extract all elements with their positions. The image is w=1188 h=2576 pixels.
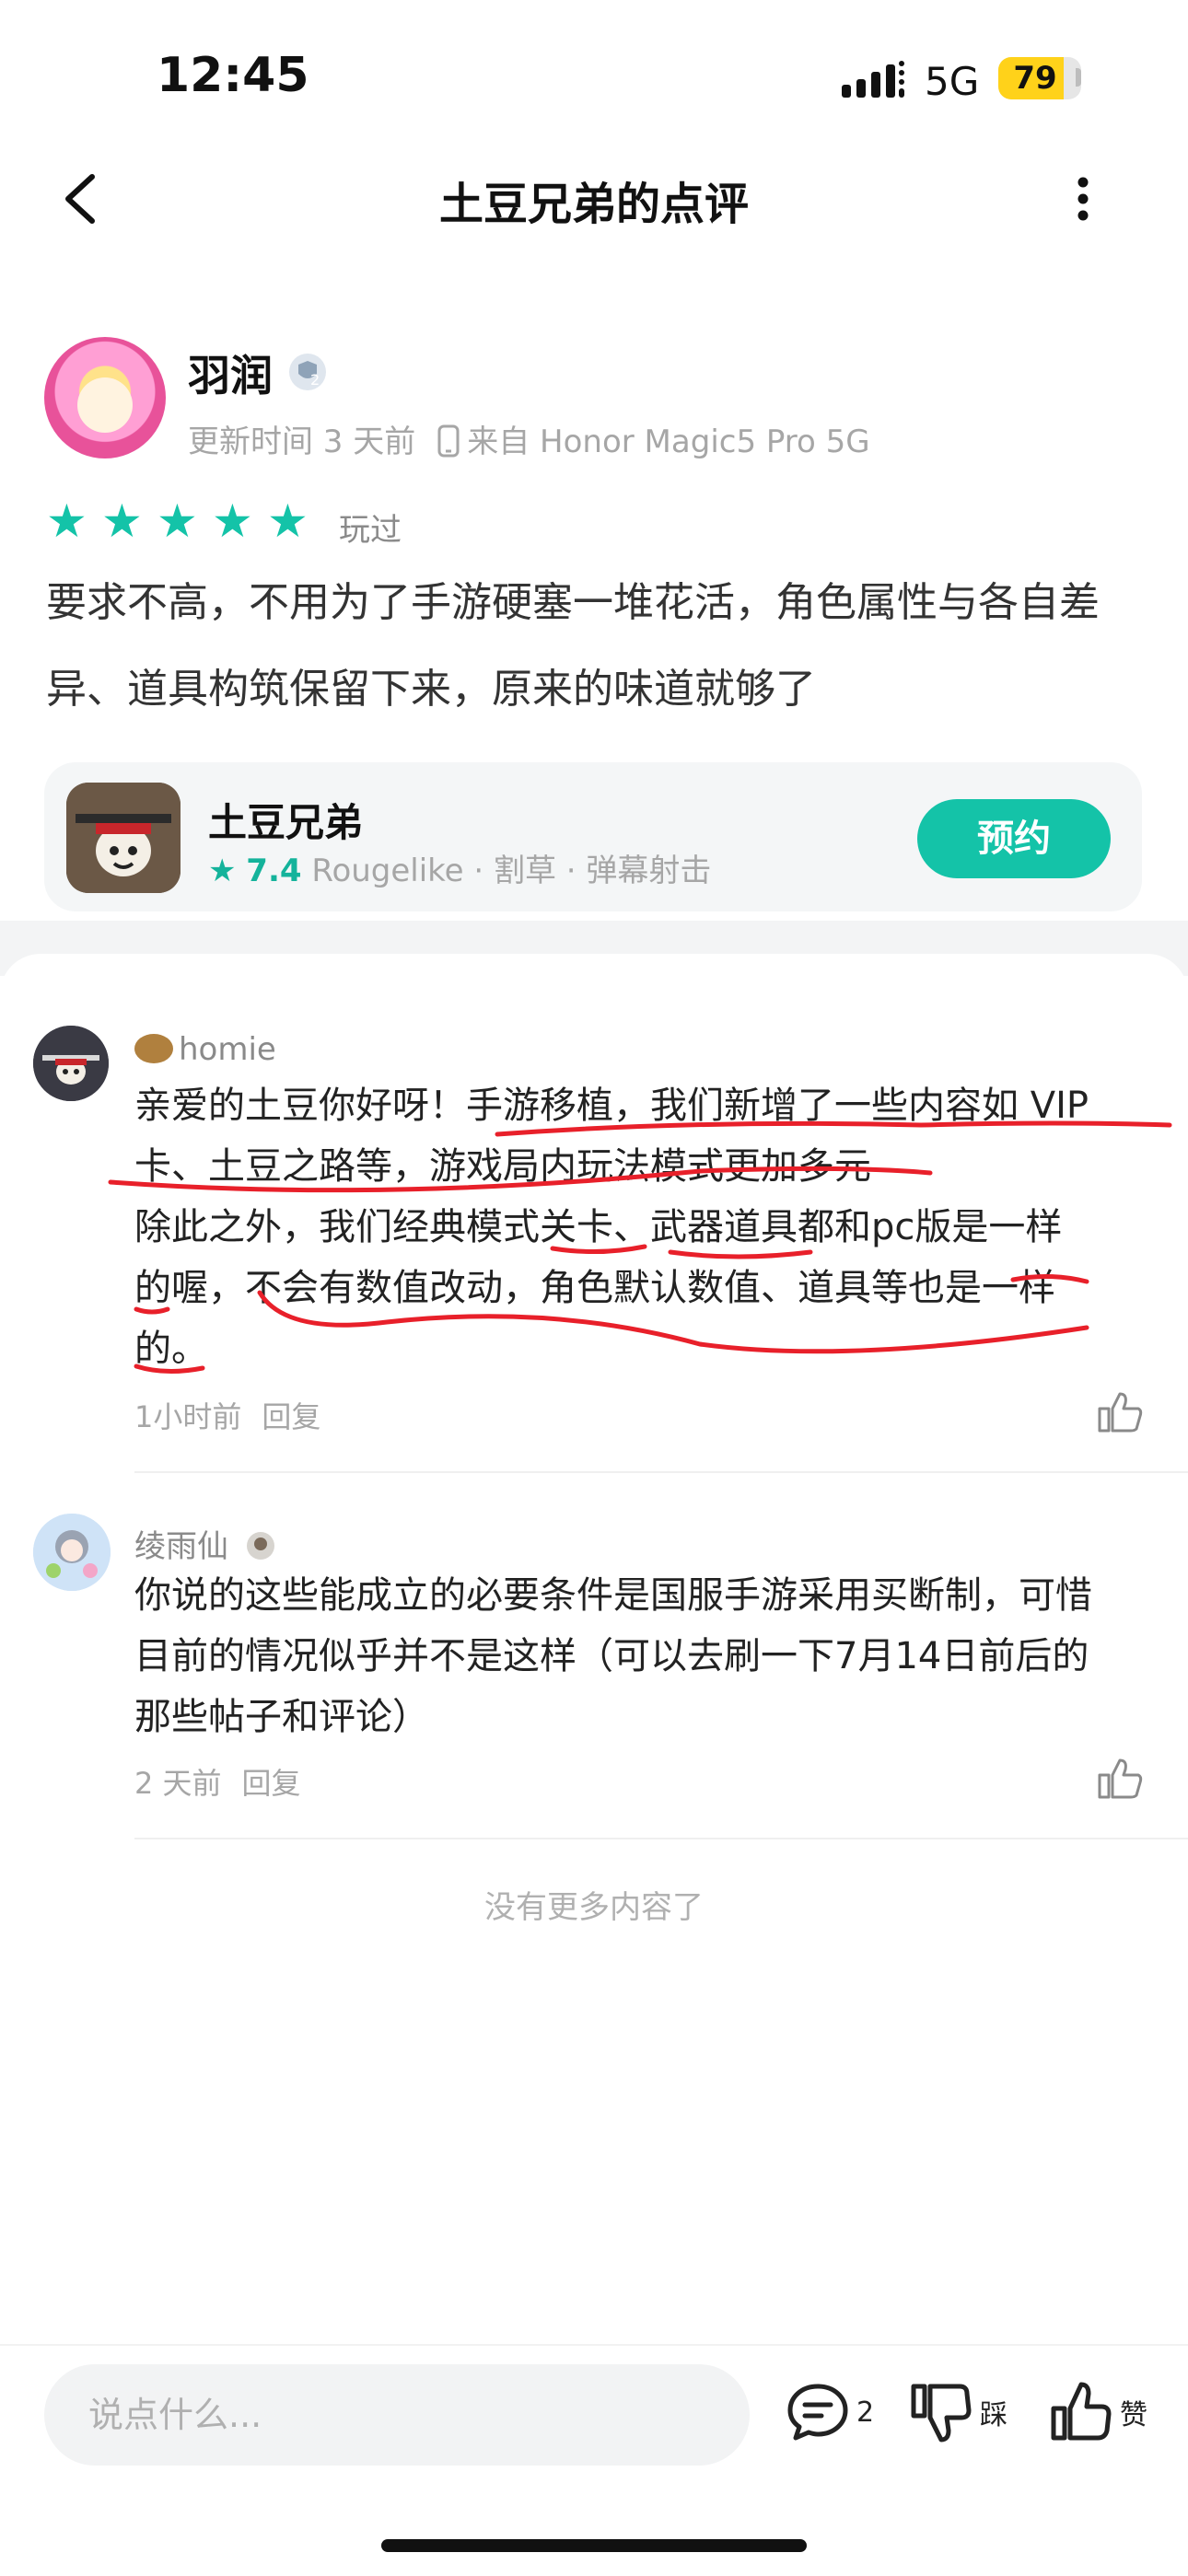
- more-vertical-icon[interactable]: [1055, 162, 1111, 236]
- status-time: 12:45: [157, 48, 309, 103]
- reserve-button[interactable]: 预约: [917, 799, 1111, 878]
- comment-user[interactable]: 绫雨仙: [134, 1521, 275, 1566]
- user-badge-icon: [246, 1532, 274, 1560]
- network-type: 5G: [925, 59, 980, 104]
- game-score: 7.4: [246, 853, 302, 889]
- comment-time: 1小时前: [134, 1399, 242, 1434]
- updated-time: 更新时间 3 天前: [188, 424, 416, 460]
- annotation-strokes: [108, 1120, 1172, 1375]
- page-title: 土豆兄弟的点评: [438, 179, 749, 230]
- comment-divider: [134, 1471, 1188, 1473]
- like-label: 赞: [1120, 2399, 1147, 2431]
- thumb-up-icon: [1051, 2382, 1112, 2441]
- end-of-list-note: 没有更多内容了: [484, 1889, 704, 1926]
- reply-button[interactable]: 回复: [262, 1399, 320, 1434]
- thumb-down-icon: [911, 2384, 972, 2443]
- comment-count-button[interactable]: 2: [785, 2379, 874, 2453]
- comment-count: 2: [856, 2396, 875, 2429]
- game-icon[interactable]: [66, 783, 181, 893]
- comment-footer: 1小时前 回复: [134, 1394, 320, 1436]
- comment-time: 2 天前: [134, 1766, 222, 1801]
- comment-footer: 2 天前 回复: [134, 1760, 301, 1803]
- game-tags: Rougelike · 割草 · 弹幕射击: [311, 853, 712, 889]
- star-icon: ★: [212, 494, 253, 548]
- dislike-button[interactable]: 踩: [908, 2379, 1007, 2453]
- comment-line: 目前的情况似乎并不是这样（可以去刷一下7月14日前后的: [134, 1635, 1089, 1677]
- battery-level: 79: [1013, 60, 1057, 97]
- thumb-up-icon[interactable]: [1096, 1755, 1146, 1801]
- comment-line: 你说的这些能成立的必要条件是国服手游采用买断制，可惜: [134, 1574, 1092, 1617]
- like-button[interactable]: 赞: [1048, 2379, 1147, 2453]
- reviewer-avatar[interactable]: [44, 337, 166, 458]
- star-icon: ★: [208, 853, 237, 889]
- home-indicator[interactable]: [381, 2539, 807, 2552]
- svg-text:2: 2: [310, 371, 320, 389]
- comment-bubble-icon: [787, 2384, 848, 2441]
- review-text: 要求不高，不用为了手游硬塞一堆花活，角色属性与各自差异、道具构筑保留下来，原来的…: [46, 579, 1100, 713]
- reviewer-name[interactable]: 羽润: [188, 342, 273, 403]
- level-badge-icon: 2: [289, 354, 326, 390]
- star-icon: ★: [101, 494, 143, 548]
- played-label: 玩过: [339, 512, 402, 549]
- comment-user[interactable]: homie: [134, 1031, 276, 1068]
- star-icon: ★: [157, 494, 198, 548]
- potato-badge-icon: [134, 1034, 173, 1063]
- comment-body: 你说的这些能成立的必要条件是国服手游采用买断制，可惜 目前的情况似乎并不是这样（…: [134, 1565, 1138, 1747]
- battery-tip: [1076, 68, 1081, 87]
- comment-input[interactable]: [44, 2364, 750, 2466]
- star-icon: ★: [46, 494, 87, 548]
- dislike-label: 踩: [980, 2399, 1007, 2431]
- star-icon: ★: [267, 494, 309, 548]
- thumb-up-icon[interactable]: [1096, 1388, 1146, 1434]
- comment-line: 那些帖子和评论）: [134, 1696, 429, 1738]
- comment-avatar[interactable]: [33, 1514, 111, 1591]
- reply-button[interactable]: 回复: [242, 1766, 301, 1801]
- game-meta: ★ 7.4 Rougelike · 割草 · 弹幕射击: [208, 845, 711, 890]
- device-icon: [437, 424, 460, 458]
- device-label: 来自 Honor Magic5 Pro 5G: [467, 424, 870, 460]
- battery-icon: 79: [998, 57, 1081, 99]
- signal-icon: [842, 61, 904, 98]
- review-meta: 更新时间 3 天前 来自 Honor Magic5 Pro 5G: [188, 416, 870, 461]
- star-rating: ★ ★ ★ ★ ★: [46, 494, 322, 548]
- comment-divider: [134, 1838, 1188, 1839]
- game-name[interactable]: 土豆兄弟: [208, 792, 363, 848]
